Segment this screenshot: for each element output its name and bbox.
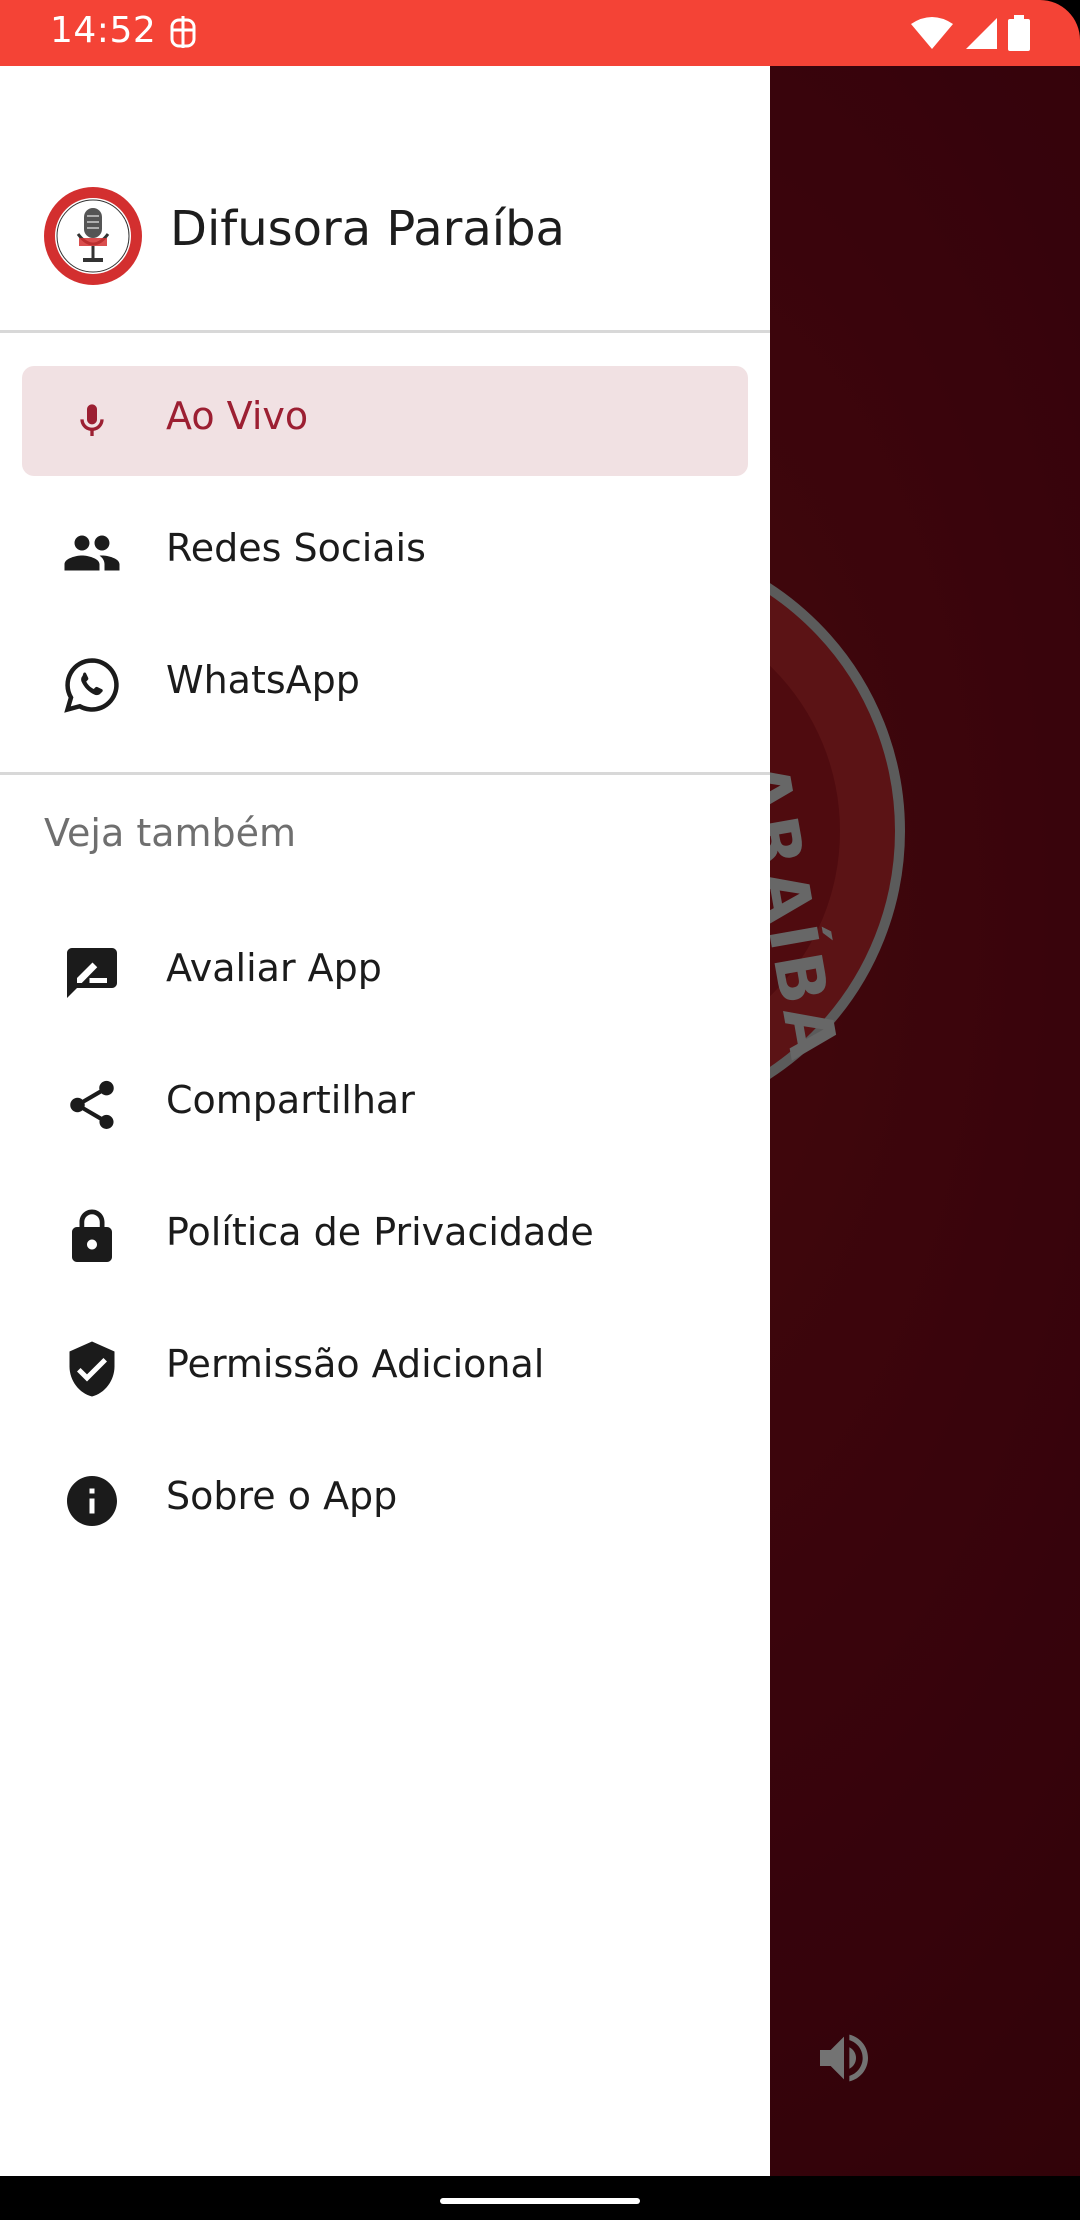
section-label-veja-tambem: Veja também: [44, 811, 297, 855]
menu-item-whatsapp[interactable]: WhatsApp: [22, 630, 748, 740]
drawer-divider: [0, 330, 770, 333]
lock-icon: [62, 1207, 122, 1267]
menu-item-politica-de-privacidade[interactable]: Política de Privacidade: [22, 1182, 748, 1292]
wifi-icon: [911, 17, 953, 49]
navigation-bar: [0, 2176, 1080, 2220]
menu-label: Avaliar App: [166, 946, 382, 990]
whatsapp-icon: [62, 655, 122, 715]
menu-item-permissao-adicional[interactable]: Permissão Adicional: [22, 1314, 748, 1424]
navigation-drawer: Difusora Paraíba Ao Vivo Redes Sociais W…: [0, 66, 770, 2176]
people-icon: [62, 523, 122, 583]
menu-label: Redes Sociais: [166, 526, 426, 570]
share-icon: [62, 1075, 122, 1135]
drawer-title: Difusora Paraíba: [170, 201, 565, 257]
battery-icon: [1008, 15, 1030, 51]
status-icons: [910, 14, 1030, 52]
status-bar: 14:52: [0, 0, 1080, 66]
menu-label: WhatsApp: [166, 658, 360, 702]
mic-icon: [62, 391, 122, 451]
menu-label: Sobre o App: [166, 1474, 398, 1518]
rate-review-icon: [62, 943, 122, 1003]
notification-icon: [170, 16, 196, 48]
menu-label: Permissão Adicional: [166, 1342, 545, 1386]
signal-icon: [966, 18, 997, 49]
info-icon: [62, 1471, 122, 1531]
menu-item-sobre-o-app[interactable]: Sobre o App: [22, 1446, 748, 1556]
menu-item-redes-sociais[interactable]: Redes Sociais: [22, 498, 748, 608]
drawer-header: Difusora Paraíba: [0, 66, 770, 331]
shield-check-icon: [62, 1339, 122, 1399]
menu-label: Compartilhar: [166, 1078, 415, 1122]
menu-label: Política de Privacidade: [166, 1210, 594, 1254]
app-logo: [44, 187, 142, 285]
home-gesture-handle[interactable]: [440, 2198, 640, 2204]
menu-item-avaliar-app[interactable]: Avaliar App: [22, 918, 748, 1028]
status-time: 14:52: [50, 10, 157, 51]
menu-label: Ao Vivo: [166, 394, 309, 438]
menu-item-ao-vivo[interactable]: Ao Vivo: [22, 366, 748, 476]
drawer-divider: [0, 772, 770, 775]
menu-item-compartilhar[interactable]: Compartilhar: [22, 1050, 748, 1160]
